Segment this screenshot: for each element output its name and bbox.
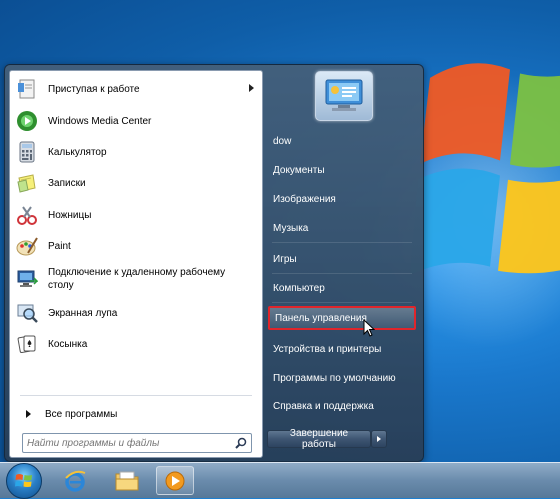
arrow-right-icon <box>26 410 31 418</box>
sticky-notes-icon <box>14 170 40 196</box>
search-icon[interactable] <box>235 436 247 454</box>
solitaire-icon <box>14 331 40 357</box>
program-sticky-notes[interactable]: Записки <box>14 169 258 197</box>
control-panel-user-icon <box>325 79 363 111</box>
program-solitaire[interactable]: Косынка <box>14 330 258 358</box>
program-getting-started[interactable]: Приступая к работе <box>14 75 258 103</box>
place-label: Компьютер <box>273 282 325 294</box>
snipping-tool-icon <box>14 202 40 228</box>
all-programs-button[interactable]: Все программы <box>14 403 258 425</box>
place-games[interactable]: Игры <box>268 247 416 274</box>
place-devices-printers[interactable]: Устройства и принтеры <box>268 337 416 361</box>
place-computer[interactable]: Компьютер <box>268 276 416 303</box>
program-label: Калькулятор <box>48 146 107 158</box>
place-label: Устройства и принтеры <box>273 343 382 355</box>
shutdown-button[interactable]: Завершение работы <box>267 428 371 450</box>
magnifier-icon <box>14 300 40 326</box>
program-label: Ножницы <box>48 209 92 221</box>
taskbar <box>0 462 560 499</box>
place-default-programs[interactable]: Программы по умолчанию <box>268 366 416 390</box>
mouse-cursor-icon <box>363 319 375 337</box>
program-magnifier[interactable]: Экранная лупа <box>14 299 258 327</box>
all-programs-label: Все программы <box>45 408 118 420</box>
place-documents[interactable]: Документы <box>268 158 416 182</box>
search-box[interactable] <box>22 433 252 453</box>
place-label: Музыка <box>273 222 309 234</box>
place-user-folder[interactable]: dow <box>268 129 416 153</box>
program-label: Приступая к работе <box>48 83 140 95</box>
place-help-support[interactable]: Справка и поддержка <box>268 394 416 418</box>
getting-started-icon <box>14 76 40 102</box>
place-music[interactable]: Музыка <box>268 216 416 243</box>
submenu-arrow-icon[interactable] <box>249 84 254 92</box>
calculator-icon <box>14 139 40 165</box>
user-picture[interactable] <box>315 71 373 121</box>
place-label: Справка и поддержка <box>273 400 374 412</box>
place-label: Панель управления <box>275 312 367 324</box>
place-label: Документы <box>273 164 325 176</box>
program-paint[interactable]: Paint <box>14 232 258 260</box>
paint-icon <box>14 233 40 259</box>
start-orb-icon[interactable] <box>6 463 42 499</box>
place-label: dow <box>273 135 292 147</box>
shutdown-options-button[interactable] <box>371 430 387 448</box>
place-label: Изображения <box>273 193 336 205</box>
program-calculator[interactable]: Калькулятор <box>14 138 258 166</box>
media-center-icon <box>14 108 40 134</box>
start-menu: Приступая к работе Windows Media Center … <box>4 64 424 462</box>
remote-desktop-icon <box>14 266 40 292</box>
program-label: Подключение к удаленному рабочему столу <box>48 267 226 291</box>
program-media-center[interactable]: Windows Media Center <box>14 107 258 135</box>
place-control-panel[interactable]: Панель управления <box>268 306 416 330</box>
place-label: Программы по умолчанию <box>273 372 396 384</box>
program-label: Косынка <box>48 338 88 350</box>
menu-separator <box>20 395 252 396</box>
program-snipping-tool[interactable]: Ножницы <box>14 201 258 229</box>
place-label: Игры <box>273 253 297 265</box>
windows-logo <box>410 63 560 275</box>
search-input[interactable] <box>23 436 231 450</box>
chevron-right-icon <box>377 436 381 442</box>
program-label: Экранная лупа <box>48 307 118 319</box>
programs-pane: Приступая к работе Windows Media Center … <box>9 70 263 458</box>
explorer-folder-icon[interactable] <box>108 466 146 495</box>
program-label: Windows Media Center <box>48 115 152 127</box>
program-remote-desktop[interactable]: Подключение к удаленному рабочему столу <box>14 263 258 295</box>
program-label: Paint <box>48 240 71 252</box>
program-label: Записки <box>48 177 86 189</box>
place-pictures[interactable]: Изображения <box>268 187 416 211</box>
internet-explorer-icon[interactable] <box>56 466 94 495</box>
media-player-icon[interactable] <box>156 466 194 495</box>
